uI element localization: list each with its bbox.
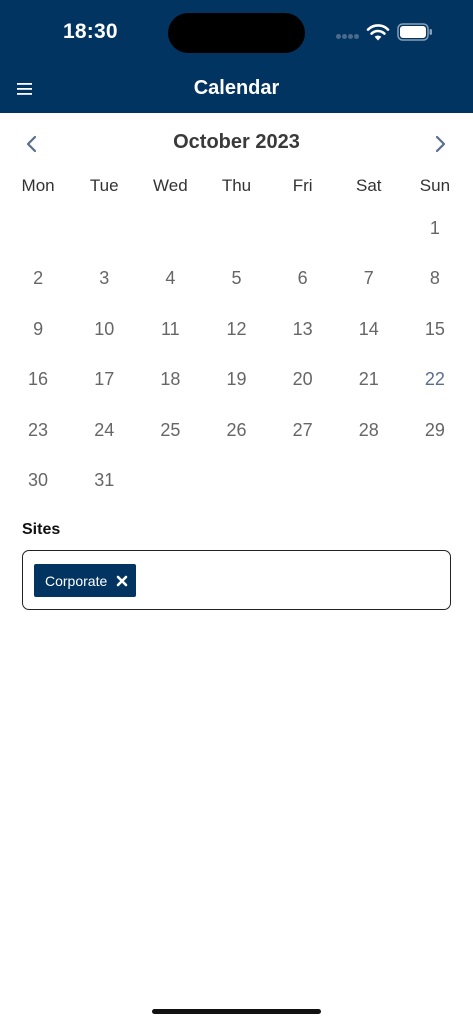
calendar-day[interactable]: 1 xyxy=(402,203,468,254)
calendar-day[interactable]: 31 xyxy=(71,456,137,507)
weekday-label: Sat xyxy=(356,176,382,195)
calendar-day[interactable]: 10 xyxy=(71,304,137,355)
calendar-day[interactable]: 27 xyxy=(270,405,336,456)
calendar-day[interactable]: 12 xyxy=(203,304,269,355)
calendar-screen: 18:30 Calendar October 2023 Mon Tue Wed … xyxy=(0,0,473,1024)
weekday-label: Wed xyxy=(153,176,188,195)
calendar-blank-cell xyxy=(137,203,203,254)
calendar-blank-cell xyxy=(5,203,71,254)
calendar-day[interactable]: 29 xyxy=(402,405,468,456)
calendar-day[interactable]: 21 xyxy=(336,355,402,406)
calendar-day[interactable]: 25 xyxy=(137,405,203,456)
weekday-label: Thu xyxy=(221,176,252,195)
site-chip-label: Corporate xyxy=(45,572,108,589)
calendar-day[interactable]: 6 xyxy=(270,254,336,305)
app-header: 18:30 Calendar xyxy=(0,0,473,113)
close-x-icon[interactable] xyxy=(116,575,128,587)
dynamic-island xyxy=(168,13,305,53)
calendar-day[interactable]: 11 xyxy=(137,304,203,355)
calendar-day[interactable]: 30 xyxy=(5,456,71,507)
calendar-day[interactable]: 13 xyxy=(270,304,336,355)
chevron-right-icon[interactable] xyxy=(428,132,452,156)
calendar-day[interactable]: 18 xyxy=(137,355,203,406)
status-time: 18:30 xyxy=(63,20,118,43)
calendar-day[interactable]: 26 xyxy=(203,405,269,456)
sites-multiselect-input[interactable]: Corporate xyxy=(22,550,451,610)
calendar-day[interactable]: 14 xyxy=(336,304,402,355)
calendar-day[interactable]: 2 xyxy=(5,254,71,305)
month-navigation: October 2023 xyxy=(0,128,473,160)
calendar-day[interactable]: 5 xyxy=(203,254,269,305)
calendar-blank-cell xyxy=(203,203,269,254)
battery-icon xyxy=(397,23,432,41)
calendar-day[interactable]: 19 xyxy=(203,355,269,406)
weekday-label: Sun xyxy=(419,176,451,195)
page-title: Calendar xyxy=(193,77,280,99)
calendar-day[interactable]: 17 xyxy=(71,355,137,406)
cellular-signal-icon xyxy=(336,34,360,40)
calendar-day[interactable]: 20 xyxy=(270,355,336,406)
calendar-grid: 1 2 3 4 5 6 7 8 9 10 11 12 13 14 15 16 17 18 19 20 21 22 23 24 2… xyxy=(5,203,468,506)
weekday-label: Fri xyxy=(292,176,313,195)
calendar-day[interactable]: 3 xyxy=(71,254,137,305)
home-indicator xyxy=(152,1009,321,1014)
calendar-day[interactable]: 22 xyxy=(402,355,468,406)
calendar-day[interactable]: 23 xyxy=(5,405,71,456)
weekday-label: Tue xyxy=(89,176,119,195)
sites-label: Sites xyxy=(22,521,61,538)
site-chip: Corporate xyxy=(34,564,137,597)
wifi-icon xyxy=(366,24,390,41)
calendar-day[interactable]: 8 xyxy=(402,254,468,305)
calendar-day[interactable]: 7 xyxy=(336,254,402,305)
calendar-day[interactable]: 4 xyxy=(137,254,203,305)
calendar-day[interactable]: 9 xyxy=(5,304,71,355)
weekday-header: Mon Tue Wed Thu Fri Sat Sun xyxy=(5,176,468,198)
calendar-blank-cell xyxy=(270,203,336,254)
calendar-day[interactable]: 28 xyxy=(336,405,402,456)
calendar-blank-cell xyxy=(336,203,402,254)
month-label: October 2023 xyxy=(173,131,300,153)
calendar-day[interactable]: 15 xyxy=(402,304,468,355)
calendar-blank-cell xyxy=(71,203,137,254)
calendar-day[interactable]: 16 xyxy=(5,355,71,406)
calendar-day[interactable]: 24 xyxy=(71,405,137,456)
weekday-label: Mon xyxy=(21,176,55,195)
